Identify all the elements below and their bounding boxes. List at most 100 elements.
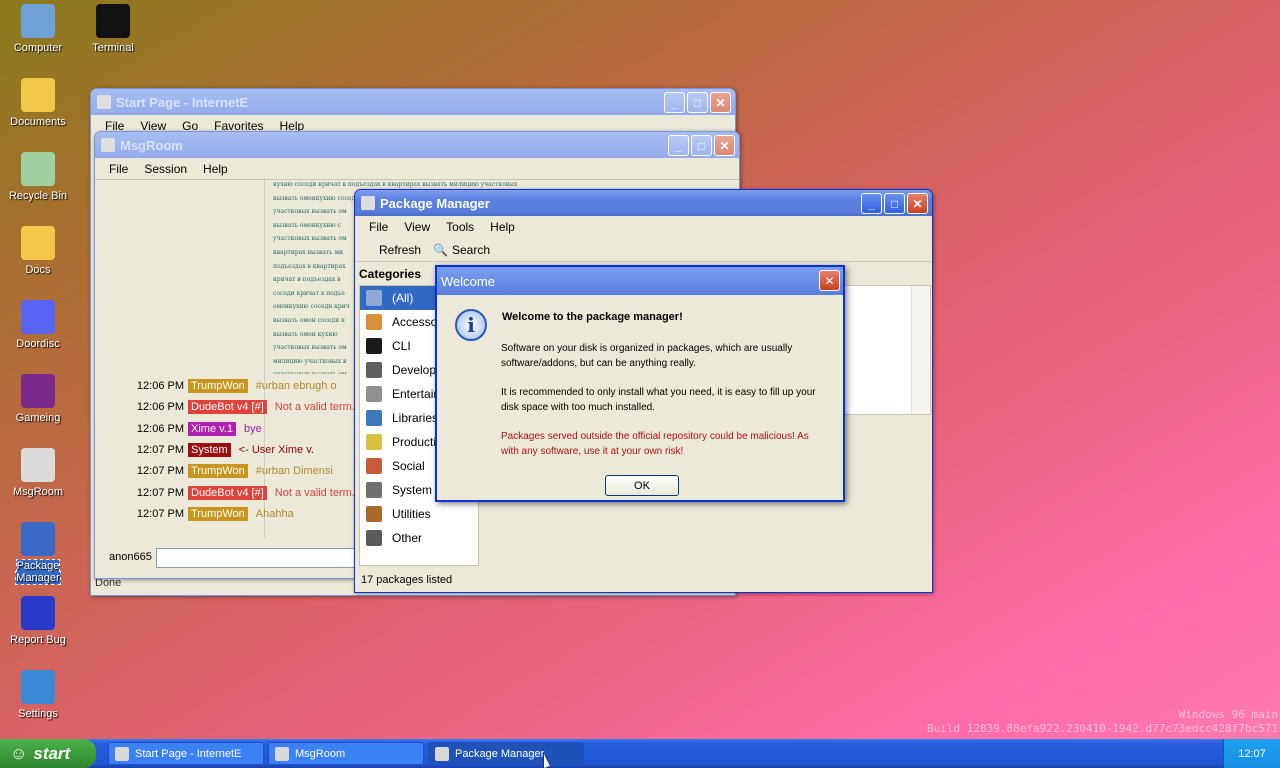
chat-nick[interactable]: DudeBot v4 [#] [188, 485, 267, 500]
welcome-p2: It is recommended to only install what y… [501, 387, 816, 413]
close-button[interactable]: ✕ [710, 92, 731, 113]
folder-icon [21, 226, 55, 260]
entertainment-icon [366, 386, 382, 402]
desktop-icon-doordisc[interactable]: Doordisc [0, 300, 76, 350]
chat-message: Ahahha [255, 507, 294, 520]
menu-file[interactable]: File [101, 162, 136, 176]
maximize-button[interactable]: □ [691, 135, 712, 156]
chat-nick[interactable]: TrumpWon [188, 506, 248, 521]
desktop-icon-label: Terminal [92, 42, 134, 54]
internete-task-icon [115, 746, 129, 761]
taskbar-item-internete[interactable]: Start Page - InternetE [108, 742, 264, 765]
menu-tools[interactable]: Tools [438, 220, 482, 234]
desktop-icon-docs[interactable]: Docs [0, 226, 76, 276]
desktop-icon-label: Documents [10, 116, 66, 128]
package-manager-app-icon [361, 196, 375, 210]
chat-row: 12:06 PM DudeBot v4 [#] Not a valid term. [99, 400, 355, 415]
chat-time: 12:07 PM [136, 486, 184, 499]
minimize-button[interactable]: _ [861, 193, 882, 214]
recycle-bin-icon [21, 152, 55, 186]
chat-nick[interactable]: DudeBot v4 [#] [188, 400, 267, 415]
msgroom-icon [21, 448, 55, 482]
close-button[interactable]: ✕ [819, 270, 840, 291]
internete-titlebar[interactable]: Start Page - InternetE _ □ ✕ [91, 89, 735, 115]
desktop-icon-label: Report Bug [10, 634, 66, 646]
ok-button[interactable]: OK [605, 475, 679, 496]
desktop-icon-label: MsgRoom [12, 486, 64, 498]
chat-message: Not a valid term. [274, 401, 355, 414]
desktop-icon-gameing[interactable]: Gameing [0, 374, 76, 424]
menu-help[interactable]: Help [482, 220, 523, 234]
system-tray-clock[interactable]: 12:07 [1223, 739, 1280, 768]
package-manager-title: Package Manager [380, 195, 490, 211]
maximize-button[interactable]: □ [687, 92, 708, 113]
utilities-icon [366, 506, 382, 522]
chat-time: 12:07 PM [136, 465, 184, 478]
start-button[interactable]: ☺ start [0, 739, 96, 768]
category-item[interactable]: Utilities [360, 502, 478, 526]
menu-view[interactable]: View [396, 220, 438, 234]
minimize-button[interactable]: _ [668, 135, 689, 156]
refresh-button[interactable]: Refresh [379, 243, 421, 257]
msgroom-titlebar[interactable]: MsgRoom _ □ ✕ [95, 132, 739, 158]
build-watermark: Windows 96 main Build 12839.88efa922.230… [927, 708, 1278, 736]
menu-file[interactable]: File [361, 220, 396, 234]
cli-icon [366, 338, 382, 354]
windows-logo-icon: ☺ [10, 743, 28, 763]
desktop-icon-label: Doordisc [16, 338, 60, 350]
close-button[interactable]: ✕ [907, 193, 928, 214]
msgroom-app-icon [101, 138, 115, 152]
category-label: CLI [392, 339, 411, 353]
settings-icon [21, 670, 55, 704]
doordisc-icon [21, 300, 55, 334]
terminal-icon [96, 4, 130, 38]
desktop-icon-package-manager[interactable]: Package Manager [0, 522, 76, 585]
search-button[interactable]: Search [452, 243, 490, 257]
category-label: Utilities [392, 507, 431, 521]
desktop-icon-label: Computer [13, 42, 63, 54]
desktop-icon-recycle-bin[interactable]: Recycle Bin [0, 152, 76, 202]
watermark-line2: Build 12839.88efa922.230410-1942.d77c73e… [927, 722, 1278, 735]
minimize-button[interactable]: _ [664, 92, 685, 113]
chat-nick[interactable]: TrumpWon [188, 464, 248, 479]
chat-nick[interactable]: System [188, 442, 231, 457]
category-label: Other [392, 531, 423, 545]
info-icon: i [455, 309, 487, 341]
welcome-titlebar[interactable]: Welcome ✕ [437, 267, 843, 295]
taskbar-item-package-manager[interactable]: Package Manager [428, 742, 584, 765]
desktop-icon-documents[interactable]: Documents [0, 78, 76, 128]
welcome-dialog[interactable]: Welcome ✕ i Welcome to the package manag… [435, 265, 845, 502]
msgroom-title: MsgRoom [120, 137, 183, 153]
close-button[interactable]: ✕ [714, 135, 735, 156]
chat-message: Not a valid term. [274, 486, 355, 499]
other-icon [366, 530, 382, 546]
package-manager-task-icon [435, 746, 449, 761]
categories-header: Categories [359, 267, 422, 281]
report-bug-icon [21, 596, 55, 630]
desktop-icon-terminal[interactable]: Terminal [75, 4, 151, 54]
menu-session[interactable]: Session [136, 162, 195, 176]
menu-help[interactable]: Help [195, 162, 236, 176]
package-manager-titlebar[interactable]: Package Manager _ □ ✕ [355, 190, 932, 216]
desktop-icon-settings[interactable]: Settings [0, 670, 76, 720]
mouse-cursor-icon [544, 754, 550, 768]
taskbar-item-msgroom[interactable]: MsgRoom [268, 742, 424, 765]
desktop-icon-computer[interactable]: Computer [0, 4, 76, 54]
desktop-icon-msgroom[interactable]: MsgRoom [0, 448, 76, 498]
desktop-icon-label: Gameing [15, 412, 61, 424]
chat-nick[interactable]: TrumpWon [188, 379, 248, 393]
maximize-button[interactable]: □ [884, 193, 905, 214]
list-scrollbar[interactable] [911, 286, 929, 414]
all-icon [366, 290, 382, 306]
desktop-icon-label: Docs [25, 264, 51, 276]
pkg-toolbar: Refresh 🔍 Search [355, 238, 932, 262]
category-label: Social [392, 459, 425, 473]
chat-nick[interactable]: Xime v.1 [188, 421, 236, 436]
msgroom-menubar: File Session Help [95, 158, 739, 180]
desktop-icon-report-bug[interactable]: Report Bug [0, 596, 76, 646]
package-manager-icon [21, 522, 55, 556]
chat-time: 12:07 PM [136, 507, 184, 520]
category-item[interactable]: Other [360, 526, 478, 550]
msgroom-divider [264, 178, 265, 538]
internete-app-icon [97, 95, 111, 109]
